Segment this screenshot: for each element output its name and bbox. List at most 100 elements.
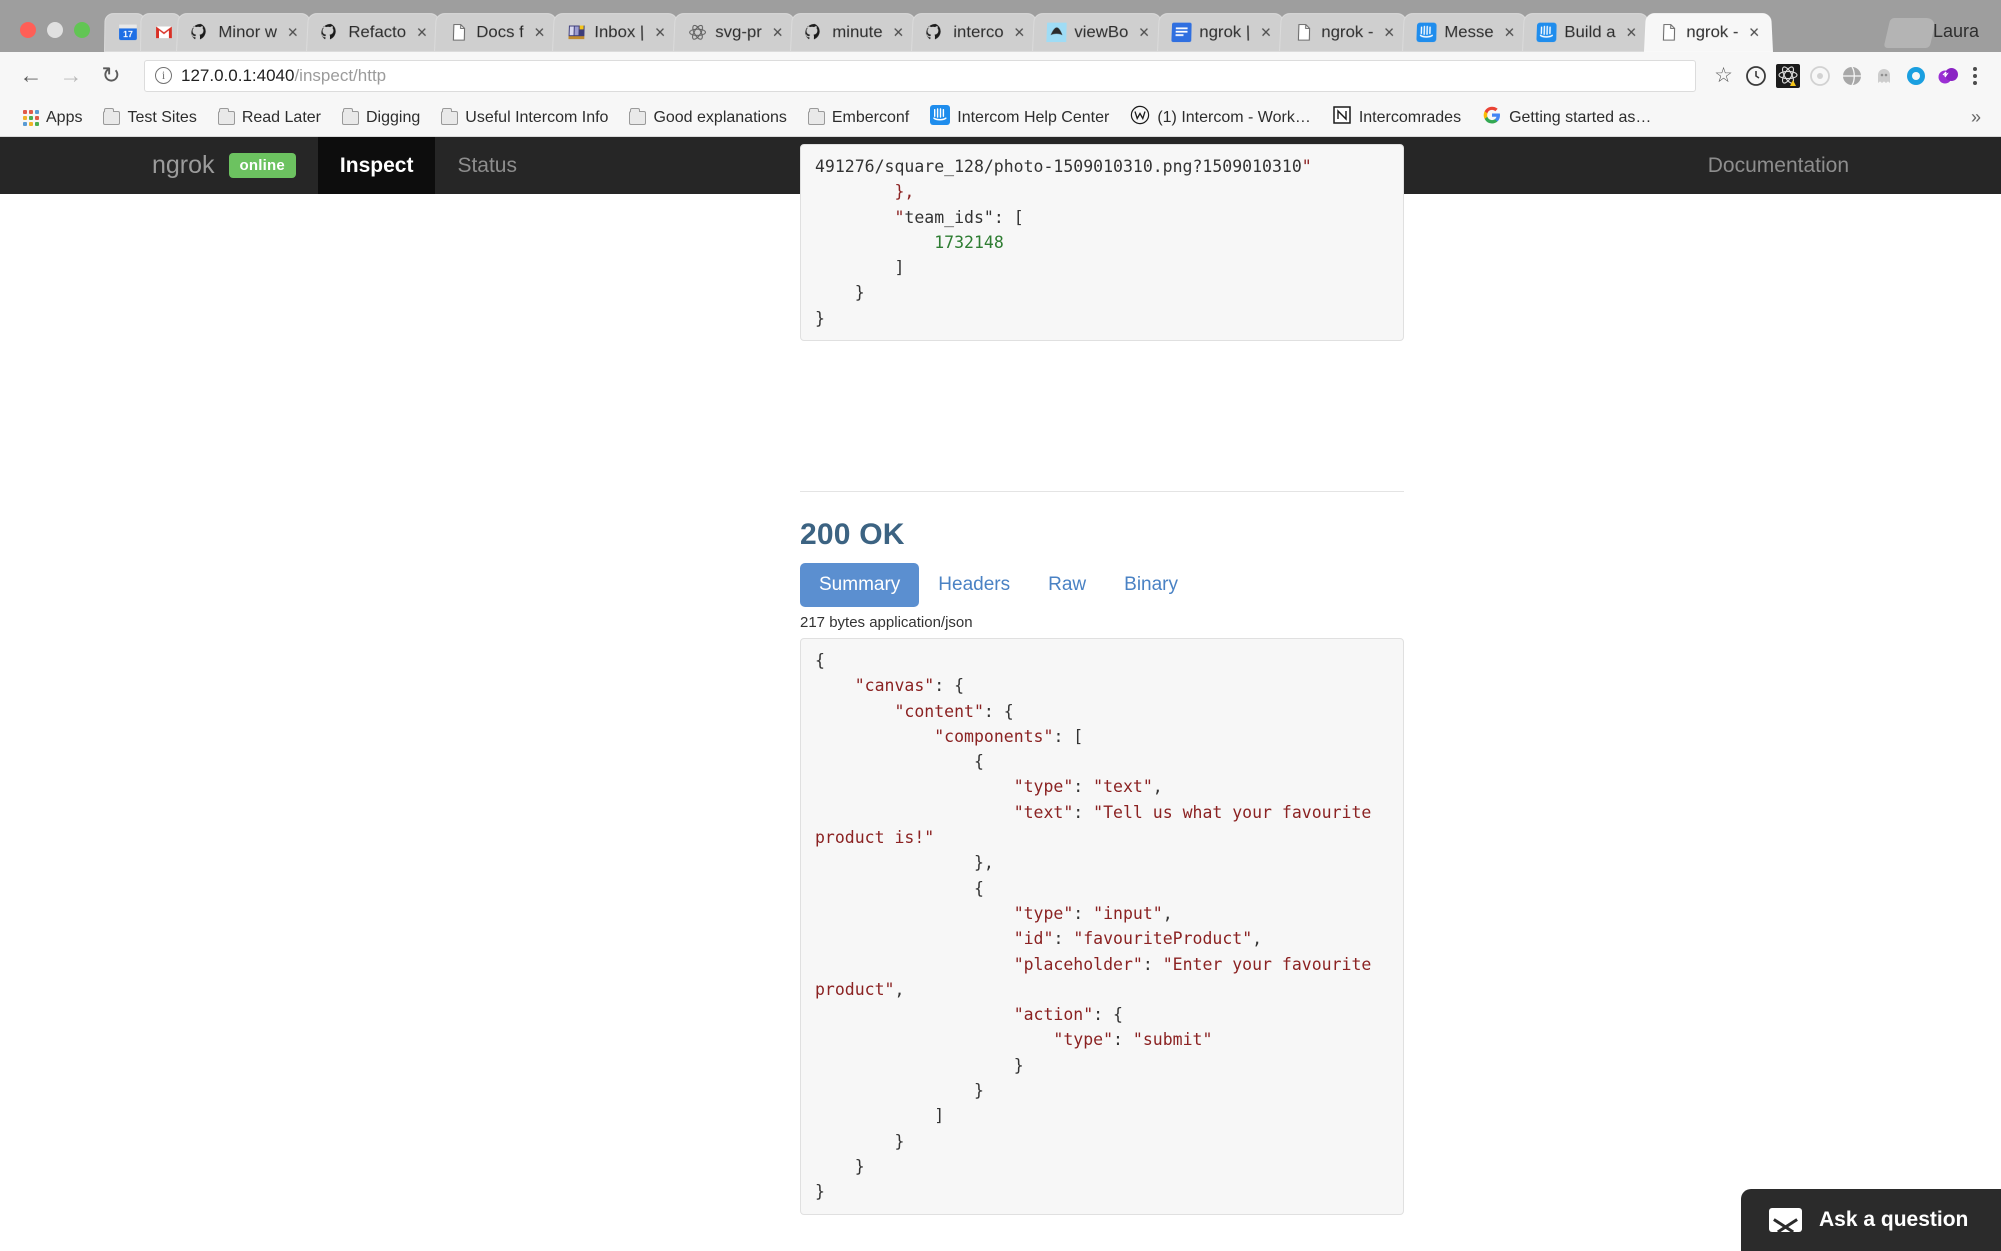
bookmark-label: Test Sites — [127, 108, 197, 126]
tab-close-icon[interactable]: × — [532, 23, 548, 42]
new-tab-button[interactable] — [1883, 18, 1937, 48]
browser-tab[interactable]: minute × — [790, 13, 918, 52]
tab-title: ngrok - — [1320, 22, 1374, 42]
tab-title: interco — [953, 22, 1005, 42]
ngrok-inspect-page: ngrok online Inspect Status Documentatio… — [0, 137, 2001, 1251]
react-devtools-icon[interactable] — [1775, 63, 1801, 89]
chrome-menu-icon[interactable] — [1967, 66, 1987, 85]
bookmark-item[interactable]: Getting started as… — [1473, 101, 1660, 134]
nav-item-documentation[interactable]: Documentation — [1686, 154, 1849, 178]
nav-item-status[interactable]: Status — [435, 137, 539, 194]
profile-name[interactable]: Laura — [1933, 21, 2001, 52]
tab-strip: 17 Minor w × Refacto × Docs f × Inbox | × svg-pr ×… — [0, 0, 2001, 52]
nav-item-inspect[interactable]: Inspect — [317, 137, 436, 194]
bookmark-label: Intercom Help Center — [957, 108, 1110, 126]
tab-title: viewBo — [1074, 22, 1129, 42]
tab-close-icon[interactable]: × — [891, 23, 907, 42]
purple-extension-icon[interactable] — [1935, 63, 1961, 89]
bookmark-item[interactable]: Apps — [14, 105, 91, 131]
response-tab-headers[interactable]: Headers — [919, 563, 1029, 607]
browser-tab[interactable]: Docs f × — [434, 13, 559, 52]
document-icon — [1293, 23, 1313, 42]
tab-close-icon[interactable]: × — [770, 23, 786, 42]
browser-tab[interactable]: Build a × — [1521, 13, 1650, 52]
url-host: 127.0.0.1:4040 — [181, 65, 295, 85]
tab-close-icon[interactable]: × — [1501, 23, 1517, 42]
ngrok-logo-text: ngrok — [152, 151, 215, 179]
browser-tab[interactable]: interco × — [911, 13, 1039, 52]
section-divider — [800, 491, 1404, 492]
maximize-window-button[interactable] — [74, 22, 90, 38]
bookmark-item[interactable]: Emberconf — [799, 105, 918, 131]
tab-close-icon[interactable]: × — [1136, 23, 1152, 42]
bookmark-item[interactable]: Digging — [333, 105, 429, 131]
svg-text:17: 17 — [123, 29, 133, 39]
request-body-panel: 491276/square_128/photo-1509010310.png?1… — [800, 144, 1404, 342]
response-tab-summary[interactable]: Summary — [800, 563, 920, 607]
bookmark-item[interactable]: Intercomrades — [1323, 101, 1470, 134]
minimize-window-button[interactable] — [47, 22, 63, 38]
tab-close-icon[interactable]: × — [1381, 23, 1397, 42]
folder-icon — [342, 107, 359, 125]
tab-close-icon[interactable]: × — [1746, 23, 1762, 42]
status-badge: online — [228, 153, 296, 178]
tab-title: Inbox | — [594, 22, 645, 42]
close-window-button[interactable] — [20, 22, 36, 38]
tab-title: Minor w — [218, 22, 278, 42]
response-meta-text: 217 bytes application/json — [800, 614, 973, 631]
site-info-icon[interactable]: i — [155, 67, 172, 84]
bookmark-item[interactable]: Useful Intercom Info — [432, 105, 617, 131]
browser-tab[interactable]: svg-pr × — [673, 13, 797, 52]
bookmark-item[interactable]: Test Sites — [94, 105, 205, 131]
intercom-launcher[interactable]: Ask a question — [1741, 1189, 2001, 1251]
bookmark-item[interactable]: Read Later — [209, 105, 330, 131]
bookmark-item[interactable]: Intercom Help Center — [921, 101, 1118, 134]
inspect-content: 491276/square_128/photo-1509010310.png?1… — [0, 144, 2001, 1251]
browser-tab[interactable]: Messe × — [1401, 13, 1528, 52]
ghost-extension-icon[interactable] — [1871, 63, 1897, 89]
workflowy-icon — [1130, 105, 1150, 130]
ngrok-navbar-right: Documentation — [1686, 137, 2001, 194]
bookmark-label: Read Later — [241, 108, 321, 126]
bookmark-star-icon[interactable]: ☆ — [1710, 63, 1737, 88]
address-bar[interactable]: i 127.0.0.1:4040/inspect/http — [144, 59, 1697, 92]
response-status-title: 200 OK — [800, 518, 905, 551]
browser-tab[interactable]: Inbox | × — [552, 13, 680, 52]
ngrok-brand: ngrok online — [152, 137, 318, 194]
circle-extension-icon[interactable] — [1903, 63, 1929, 89]
bluedoc-icon — [1171, 22, 1192, 43]
bookmark-item[interactable]: Good explanations — [620, 105, 795, 131]
ember-inspector-icon[interactable] — [1807, 63, 1833, 89]
back-arrow-icon[interactable]: ← — [14, 59, 48, 93]
tab-close-icon[interactable]: × — [285, 23, 301, 42]
browser-tab[interactable]: ngrok | × — [1157, 13, 1285, 52]
bookmark-label: Good explanations — [653, 108, 787, 126]
bookmark-label: Getting started as… — [1509, 108, 1652, 126]
response-tab-raw[interactable]: Raw — [1029, 563, 1105, 607]
notion-icon — [1332, 105, 1352, 130]
browser-tab[interactable]: Minor w × — [176, 13, 312, 52]
bookmark-label: Emberconf — [831, 108, 910, 126]
forward-arrow-icon[interactable]: → — [54, 59, 88, 93]
reload-icon[interactable]: ↻ — [94, 59, 128, 93]
browser-tab[interactable]: viewBo × — [1032, 13, 1164, 52]
intercom-icon — [1416, 22, 1436, 43]
bookmark-label: (1) Intercom - Work… — [1157, 108, 1311, 126]
chevron-double-right-icon[interactable]: » — [1971, 107, 1987, 128]
globe-extension-icon[interactable] — [1839, 63, 1865, 89]
document-icon — [1658, 23, 1678, 42]
github-icon — [190, 23, 210, 42]
tab-close-icon[interactable]: × — [413, 23, 429, 42]
tab-close-icon[interactable]: × — [1623, 23, 1639, 42]
tab-close-icon[interactable]: × — [1012, 23, 1028, 42]
bookmark-item[interactable]: (1) Intercom - Work… — [1121, 101, 1320, 134]
response-tab-row: Summary Headers Raw Binary — [800, 563, 1404, 607]
browser-tab[interactable]: ngrok - × — [1643, 13, 1773, 52]
browser-tab[interactable]: ngrok - × — [1278, 13, 1408, 52]
tab-close-icon[interactable]: × — [652, 23, 668, 42]
response-tab-binary[interactable]: Binary — [1105, 563, 1197, 607]
browser-tab[interactable]: Refacto × — [305, 13, 441, 52]
tab-close-icon[interactable]: × — [1258, 23, 1274, 42]
browser-window: 17 Minor w × Refacto × Docs f × Inbox | × svg-pr ×… — [0, 0, 2001, 1251]
clock-extension-icon[interactable] — [1743, 63, 1769, 89]
